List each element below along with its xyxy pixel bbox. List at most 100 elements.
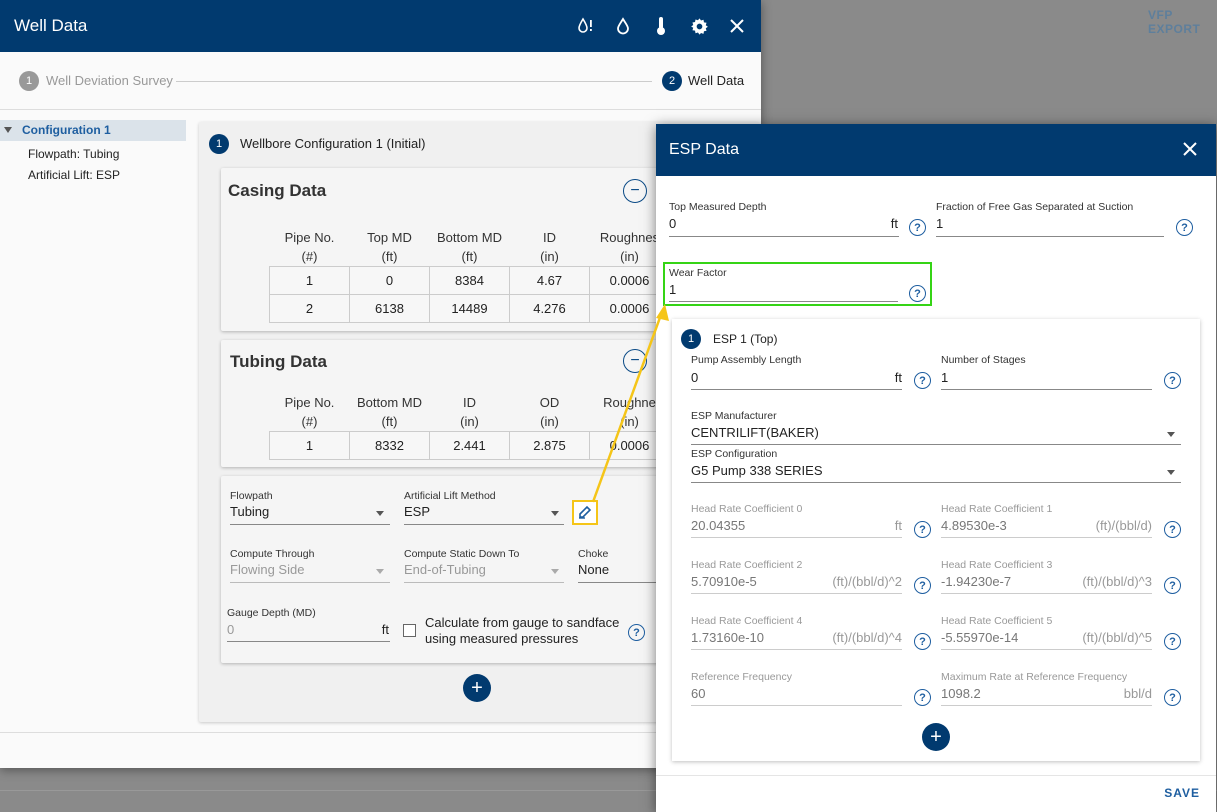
- add-esp-button[interactable]: +: [922, 723, 950, 751]
- casing-table: Pipe No. Top MD Bottom MD ID Roughnes (#) (ft)…: [269, 228, 670, 323]
- stages-label: Number of Stages: [941, 354, 1026, 366]
- free-gas-help-icon[interactable]: ?: [1176, 219, 1193, 236]
- lift-method-dropdown-icon[interactable]: [551, 511, 559, 516]
- coefficient-help-icon[interactable]: ?: [914, 633, 931, 650]
- collapse-casing-button[interactable]: −: [623, 179, 647, 203]
- manufacturer-select[interactable]: CENTRILIFT(BAKER): [691, 425, 819, 440]
- esp-dialog-header: ESP Data: [656, 124, 1216, 176]
- pump-length-input[interactable]: 0: [691, 370, 698, 385]
- flowpath-select[interactable]: Tubing: [230, 504, 269, 519]
- tubing-title: Tubing Data: [230, 352, 327, 371]
- coefficient-underline: [691, 537, 902, 538]
- drop-icon[interactable]: [611, 14, 635, 38]
- edit-esp-button[interactable]: [572, 500, 598, 525]
- window-title: Well Data: [14, 16, 88, 35]
- expand-arrow-icon[interactable]: [4, 127, 12, 133]
- coefficient-value[interactable]: -5.55970e-14: [941, 630, 1018, 645]
- compute-through-dropdown-icon[interactable]: [376, 569, 384, 574]
- choke-select[interactable]: None: [578, 562, 609, 577]
- tree-item-flowpath[interactable]: Flowpath: Tubing: [28, 147, 119, 161]
- table-cell[interactable]: 1: [269, 265, 350, 295]
- col-unit: (#): [301, 248, 318, 264]
- esp-data-dialog: ESP Data Top Measured Depth 0 ft ? Fract…: [656, 124, 1216, 812]
- coefficient-underline: [941, 537, 1152, 538]
- well-data-window: Well Data 1 Well Deviation Survey 2 Well…: [0, 0, 761, 768]
- table-cell[interactable]: 2.875: [509, 430, 590, 460]
- coefficient-value[interactable]: 5.70910e-5: [691, 574, 757, 589]
- calc-gauge-checkbox[interactable]: [403, 624, 416, 637]
- step1-number: 1: [19, 71, 39, 91]
- coefficient-unit: (ft)/(bbl/d): [1095, 518, 1152, 533]
- configuration-dropdown-icon[interactable]: [1167, 470, 1175, 475]
- col-unit: (in): [540, 413, 559, 429]
- coefficient-help-icon[interactable]: ?: [914, 689, 931, 706]
- collapse-tubing-button[interactable]: −: [623, 349, 647, 373]
- tree-item-configuration[interactable]: Configuration 1: [22, 123, 111, 137]
- top-md-input[interactable]: 0: [669, 216, 676, 231]
- add-configuration-button[interactable]: +: [463, 674, 491, 702]
- stages-input[interactable]: 1: [941, 370, 948, 385]
- vfp-export-link[interactable]: VFP EXPORT: [1148, 8, 1217, 36]
- gauge-depth-input[interactable]: 0: [227, 622, 234, 637]
- coefficient-label: Head Rate Coefficient 4: [691, 615, 803, 627]
- calc-gauge-help-icon[interactable]: ?: [628, 624, 645, 641]
- table-row[interactable]: 1 8332 2.441 2.875 0.0006: [269, 430, 670, 460]
- table-cell[interactable]: 14489: [429, 293, 510, 323]
- configuration-select[interactable]: G5 Pump 338 SERIES: [691, 463, 823, 478]
- coefficient-label: Reference Frequency: [691, 671, 792, 683]
- coefficient-unit: (ft)/(bbl/d)^5: [1082, 630, 1152, 645]
- compute-static-dropdown-icon[interactable]: [551, 569, 559, 574]
- table-cell[interactable]: 2.441: [429, 430, 510, 460]
- coefficient-underline: [941, 705, 1152, 706]
- choke-underline: [578, 582, 656, 583]
- coefficient-help-icon[interactable]: ?: [1164, 521, 1181, 538]
- close-icon[interactable]: [725, 14, 749, 38]
- thermometer-icon[interactable]: [649, 14, 673, 38]
- coefficient-unit: ft: [894, 518, 902, 533]
- calc-gauge-label-line1: Calculate from gauge to sandface: [425, 615, 620, 630]
- tree-item-lift[interactable]: Artificial Lift: ESP: [28, 168, 120, 182]
- lift-method-select[interactable]: ESP: [404, 504, 430, 519]
- table-cell[interactable]: 2: [269, 293, 350, 323]
- top-md-unit: ft: [890, 216, 898, 231]
- stages-help-icon[interactable]: ?: [1164, 372, 1181, 389]
- free-gas-input[interactable]: 1: [936, 216, 943, 231]
- top-md-help-icon[interactable]: ?: [909, 219, 926, 236]
- coefficient-value[interactable]: 1.73160e-10: [691, 630, 764, 645]
- table-cell[interactable]: 8332: [349, 430, 430, 460]
- pump-length-help-icon[interactable]: ?: [914, 372, 931, 389]
- pressure-drop-icon[interactable]: [573, 14, 597, 38]
- save-button[interactable]: SAVE: [1164, 786, 1200, 800]
- table-row[interactable]: 2 6138 14489 4.276 0.0006: [269, 293, 670, 323]
- table-cell[interactable]: 4.276: [509, 293, 590, 323]
- table-cell[interactable]: 1: [269, 430, 350, 460]
- table-cell[interactable]: 0: [349, 265, 430, 295]
- step1-label[interactable]: Well Deviation Survey: [46, 73, 173, 88]
- step2-label[interactable]: Well Data: [688, 73, 744, 88]
- table-cell[interactable]: 8384: [429, 265, 510, 295]
- coefficient-value[interactable]: 4.89530e-3: [941, 518, 1007, 533]
- coefficient-help-icon[interactable]: ?: [1164, 633, 1181, 650]
- coefficient-underline: [941, 593, 1152, 594]
- compute-through-select[interactable]: Flowing Side: [230, 562, 304, 577]
- compute-through-underline: [230, 582, 390, 583]
- coefficient-unit: (ft)/(bbl/d)^3: [1082, 574, 1152, 589]
- manufacturer-dropdown-icon[interactable]: [1167, 432, 1175, 437]
- coefficient-value[interactable]: 1098.2: [941, 686, 981, 701]
- gear-icon[interactable]: [687, 14, 711, 38]
- coefficient-help-icon[interactable]: ?: [914, 577, 931, 594]
- coefficient-value[interactable]: 60: [691, 686, 705, 701]
- coefficient-help-icon[interactable]: ?: [1164, 577, 1181, 594]
- table-cell[interactable]: 6138: [349, 293, 430, 323]
- flowpath-dropdown-icon[interactable]: [376, 511, 384, 516]
- esp1-card: 1 ESP 1 (Top) Pump Assembly Length 0 ft …: [672, 319, 1200, 761]
- close-icon[interactable]: [1178, 137, 1202, 161]
- compute-static-select[interactable]: End-of-Tubing: [404, 562, 486, 577]
- table-cell[interactable]: 4.67: [509, 265, 590, 295]
- coefficient-value[interactable]: 20.04355: [691, 518, 745, 533]
- coefficient-value[interactable]: -1.94230e-7: [941, 574, 1011, 589]
- table-row[interactable]: 1 0 8384 4.67 0.0006: [269, 265, 670, 295]
- coefficient-help-icon[interactable]: ?: [1164, 689, 1181, 706]
- coefficient-help-icon[interactable]: ?: [914, 521, 931, 538]
- edit-icon: [579, 505, 592, 519]
